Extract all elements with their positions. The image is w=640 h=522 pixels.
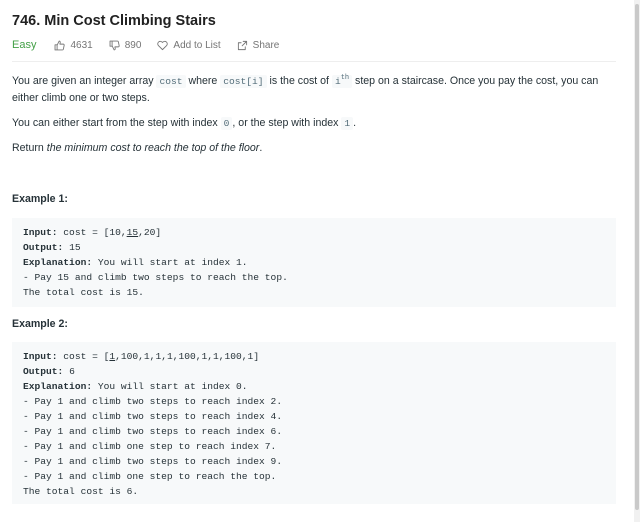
- problem-description-panel: 746. Min Cost Climbing Stairs Easy 4631 …: [0, 0, 634, 522]
- example-explanation-line: Explanation: You will start at index 0.: [23, 379, 605, 394]
- share-button[interactable]: Share: [237, 39, 280, 51]
- output-value: 6: [63, 366, 75, 377]
- example-2-title: Example 2:: [12, 318, 68, 330]
- dislike-button[interactable]: 890: [109, 39, 142, 51]
- output-label: Output:: [23, 242, 64, 253]
- heart-icon: [157, 40, 169, 50]
- example-line: - Pay 1 and climb one step to reach inde…: [23, 441, 277, 452]
- example-explanation-line: Explanation: You will start at index 1.: [23, 255, 605, 270]
- example-line: The total cost is 6.: [23, 486, 139, 497]
- like-count: 4631: [70, 39, 93, 51]
- text-segment: , or the step with index: [232, 117, 342, 129]
- add-to-list-button[interactable]: Add to List: [157, 39, 221, 51]
- example-line: - Pay 1 and climb two steps to reach ind…: [23, 426, 283, 437]
- text-segment: .: [259, 142, 263, 154]
- example-input-line: Input: cost = [10,15,20]: [23, 225, 605, 240]
- vertical-scrollbar[interactable]: [634, 0, 640, 522]
- input-highlight: 15: [126, 227, 139, 238]
- text-segment: You are given an integer array: [12, 75, 157, 87]
- explanation-label: Explanation:: [23, 257, 93, 268]
- inline-code: 0: [220, 117, 233, 130]
- example-line: - Pay 1 and climb two steps to reach ind…: [23, 456, 283, 467]
- description-paragraph-3: Return the minimum cost to reach the top…: [12, 140, 622, 156]
- text-segment: Return: [12, 142, 47, 154]
- share-label: Share: [252, 39, 280, 51]
- divider: [12, 61, 616, 62]
- explanation-label: Explanation:: [23, 381, 93, 392]
- input-label: Input:: [23, 227, 58, 238]
- example-output-line: Output: 15: [23, 240, 605, 255]
- input-value: ,100,1,1,1,100,1,1,100,1]: [115, 351, 260, 362]
- emphasis-text: the minimum cost to reach the top of the…: [46, 142, 260, 154]
- example-2-block: Input: cost = [1,100,1,1,1,100,1,1,100,1…: [12, 342, 616, 504]
- share-icon: [237, 40, 247, 50]
- thumbs-down-icon: [109, 40, 120, 50]
- inline-code: 1: [341, 117, 354, 130]
- text-segment: You can either start from the step with …: [12, 117, 221, 129]
- text-segment: .: [353, 117, 357, 129]
- inline-code: cost[i]: [220, 75, 267, 88]
- difficulty-badge: Easy: [12, 39, 37, 51]
- scrollbar-thumb[interactable]: [635, 4, 639, 510]
- example-input-line: Input: cost = [1,100,1,1,1,100,1,1,100,1…: [23, 349, 605, 364]
- text-segment: is the cost of: [266, 75, 332, 87]
- output-label: Output:: [23, 366, 64, 377]
- example-line: - Pay 15 and climb two steps to reach th…: [23, 272, 288, 283]
- example-line: - Pay 1 and climb two steps to reach ind…: [23, 396, 283, 407]
- example-line: - Pay 1 and climb two steps to reach ind…: [23, 411, 283, 422]
- example-line: The total cost is 15.: [23, 287, 144, 298]
- add-to-list-label: Add to List: [173, 39, 221, 51]
- input-value: cost = [: [57, 351, 110, 362]
- explanation-text: You will start at index 1.: [92, 257, 248, 268]
- output-value: 15: [63, 242, 81, 253]
- example-1-block: Input: cost = [10,15,20] Output: 15 Explan…: [12, 218, 616, 307]
- example-1-title: Example 1:: [12, 193, 68, 205]
- description-paragraph-2: You can either start from the step with …: [12, 115, 622, 132]
- input-label: Input:: [23, 351, 58, 362]
- like-button[interactable]: 4631: [54, 39, 93, 51]
- example-line: - Pay 1 and climb one step to reach the …: [23, 471, 277, 482]
- example-output-line: Output: 6: [23, 364, 605, 379]
- description-paragraph-1: You are given an integer array cost wher…: [12, 73, 622, 106]
- input-value: ,20]: [138, 227, 162, 238]
- code-superscript: th: [340, 74, 350, 82]
- problem-title: 746. Min Cost Climbing Stairs: [12, 13, 216, 29]
- thumbs-up-icon: [55, 40, 66, 50]
- input-value: cost = [10,: [57, 227, 127, 238]
- inline-code-ith: ith: [331, 74, 353, 88]
- text-segment: where: [185, 75, 221, 87]
- inline-code: cost: [156, 75, 186, 88]
- explanation-text: You will start at index 0.: [92, 381, 248, 392]
- dislike-count: 890: [124, 39, 142, 51]
- problem-meta-bar: Easy 4631 890 Add to List Share: [12, 37, 295, 53]
